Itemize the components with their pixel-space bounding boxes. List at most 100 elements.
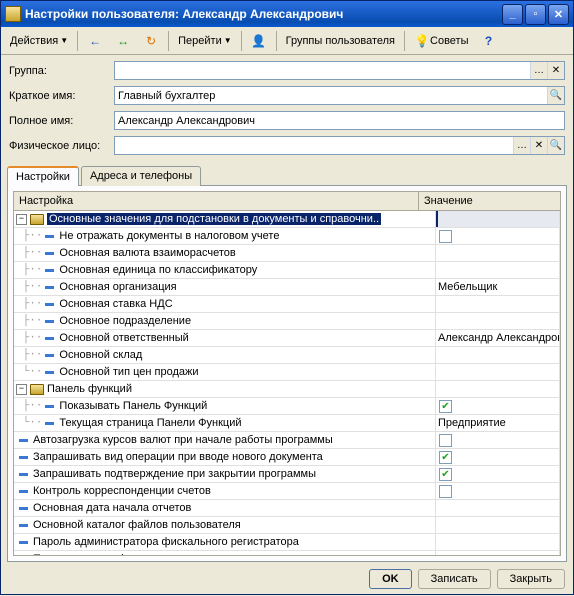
table-row[interactable]: └··Текущая страница Панели ФункцийПредпр…	[14, 415, 560, 432]
tips-button[interactable]: 💡 Советы	[409, 30, 473, 52]
table-row[interactable]: ├··Показывать Панель Функций✔	[14, 398, 560, 415]
value-cell[interactable]	[436, 211, 560, 227]
value-cell[interactable]	[436, 483, 560, 499]
back-button[interactable]: ←	[82, 30, 108, 52]
value-cell[interactable]	[436, 262, 560, 278]
dash-icon	[45, 320, 54, 323]
table-row[interactable]: Основной каталог файлов пользователя	[14, 517, 560, 534]
value-cell[interactable]: Александр Александрович	[436, 330, 560, 346]
checkbox[interactable]	[439, 434, 452, 447]
actions-menu[interactable]: Действия ▼	[5, 30, 73, 52]
select-button[interactable]: …	[513, 137, 530, 154]
minimize-button[interactable]: _	[502, 4, 523, 25]
checkbox[interactable]: ✔	[439, 468, 452, 481]
value-cell[interactable]: Предприятие	[436, 415, 560, 431]
table-row[interactable]: Запрашивать вид операции при вводе новог…	[14, 449, 560, 466]
select-button[interactable]: …	[530, 62, 547, 79]
value-cell[interactable]	[436, 551, 560, 555]
table-row[interactable]: ├··Основная валюта взаиморасчетов	[14, 245, 560, 262]
table-row[interactable]: Пароль кассира фискального регистратора	[14, 551, 560, 555]
table-body[interactable]: −Основные значения для подстановки в док…	[14, 211, 560, 555]
table-row[interactable]: Пароль администратора фискального регист…	[14, 534, 560, 551]
setting-cell: ├··Не отражать документы в налоговом уче…	[14, 228, 436, 244]
phys-person-input[interactable]	[115, 137, 513, 154]
user-icon-button[interactable]: 👤	[246, 30, 272, 52]
short-name-input[interactable]	[115, 87, 547, 104]
checkbox[interactable]: ✔	[439, 400, 452, 413]
table-row[interactable]: Запрашивать подтверждение при закрытии п…	[14, 466, 560, 483]
tree-toggle[interactable]: −	[16, 214, 27, 225]
table-row[interactable]: Контроль корреспонденции счетов	[14, 483, 560, 500]
setting-label: Основная ставка НДС	[59, 298, 172, 310]
table-row[interactable]: └··Основной тип цен продажи	[14, 364, 560, 381]
value-cell[interactable]	[436, 364, 560, 380]
value-cell[interactable]	[436, 228, 560, 244]
value-cell[interactable]	[436, 296, 560, 312]
user-groups-button[interactable]: Группы пользователя	[281, 30, 400, 52]
setting-label: Пароль администратора фискального регист…	[33, 536, 299, 548]
checkbox[interactable]	[439, 230, 452, 243]
close-button[interactable]: Закрыть	[497, 569, 565, 589]
value-cell[interactable]	[436, 500, 560, 516]
setting-label: Основная дата начала отчетов	[33, 502, 191, 514]
value-cell[interactable]	[436, 534, 560, 550]
dash-icon	[45, 337, 54, 340]
group-input[interactable]	[115, 62, 530, 79]
value-cell[interactable]: ✔	[436, 449, 560, 465]
table-row[interactable]: ├··Основная организацияМебельщик	[14, 279, 560, 296]
toolbar: Действия ▼ ← ↔ ↻ Перейти ▼ 👤 Группы поль…	[1, 27, 573, 55]
full-name-input[interactable]	[115, 112, 564, 129]
table-row[interactable]: ├··Основная ставка НДС	[14, 296, 560, 313]
setting-cell: −Панель функций	[14, 381, 436, 397]
groups-label: Группы пользователя	[286, 35, 395, 47]
tab-settings[interactable]: Настройки	[7, 166, 79, 186]
refresh-button[interactable]: ↻	[138, 30, 164, 52]
maximize-button[interactable]: ▫	[525, 4, 546, 25]
setting-cell: ├··Основная организация	[14, 279, 436, 295]
refresh-nav-button[interactable]: ↔	[110, 30, 136, 52]
table-row[interactable]: Автозагрузка курсов валют при начале раб…	[14, 432, 560, 449]
setting-cell: ├··Основная единица по классификатору	[14, 262, 436, 278]
setting-cell: Основная дата начала отчетов	[14, 500, 436, 516]
value-cell[interactable]	[436, 245, 560, 261]
lookup-button[interactable]: 🔍	[547, 87, 564, 104]
close-window-button[interactable]: ✕	[548, 4, 569, 25]
table-row[interactable]: ├··Основной склад	[14, 347, 560, 364]
checkbox[interactable]	[439, 485, 452, 498]
col-setting[interactable]: Настройка	[14, 192, 419, 210]
table-row[interactable]: ├··Не отражать документы в налоговом уче…	[14, 228, 560, 245]
ok-button[interactable]: OK	[369, 569, 412, 589]
dash-icon	[45, 286, 54, 289]
dash-icon	[45, 354, 54, 357]
folder-icon	[30, 384, 44, 395]
clear-button[interactable]: ✕	[530, 137, 547, 154]
goto-menu[interactable]: Перейти ▼	[173, 30, 237, 52]
tab-addresses[interactable]: Адреса и телефоны	[81, 166, 201, 186]
table-row[interactable]: Основная дата начала отчетов	[14, 500, 560, 517]
value-cell[interactable]: ✔	[436, 398, 560, 414]
write-button[interactable]: Записать	[418, 569, 491, 589]
value-cell[interactable]	[436, 381, 560, 397]
table-row[interactable]: ├··Основной ответственныйАлександр Алекс…	[14, 330, 560, 347]
table-row[interactable]: ├··Основное подразделение	[14, 313, 560, 330]
setting-cell: Основной каталог файлов пользователя	[14, 517, 436, 533]
refresh-icon: ↻	[143, 33, 159, 49]
group-label: Группа:	[9, 65, 114, 77]
clear-button[interactable]: ✕	[547, 62, 564, 79]
table-row[interactable]: ├··Основная единица по классификатору	[14, 262, 560, 279]
value-cell[interactable]	[436, 347, 560, 363]
value-cell[interactable]	[436, 313, 560, 329]
value-cell[interactable]	[436, 432, 560, 448]
col-value[interactable]: Значение	[419, 192, 560, 210]
table-row[interactable]: −Панель функций	[14, 381, 560, 398]
lookup-button[interactable]: 🔍	[547, 137, 564, 154]
setting-cell: └··Основной тип цен продажи	[14, 364, 436, 380]
value-cell[interactable]: Мебельщик	[436, 279, 560, 295]
value-cell[interactable]	[436, 517, 560, 533]
table-row[interactable]: −Основные значения для подстановки в док…	[14, 211, 560, 228]
value-text: Мебельщик	[438, 281, 497, 293]
checkbox[interactable]: ✔	[439, 451, 452, 464]
help-button[interactable]: ?	[476, 30, 502, 52]
tree-toggle[interactable]: −	[16, 384, 27, 395]
value-cell[interactable]: ✔	[436, 466, 560, 482]
